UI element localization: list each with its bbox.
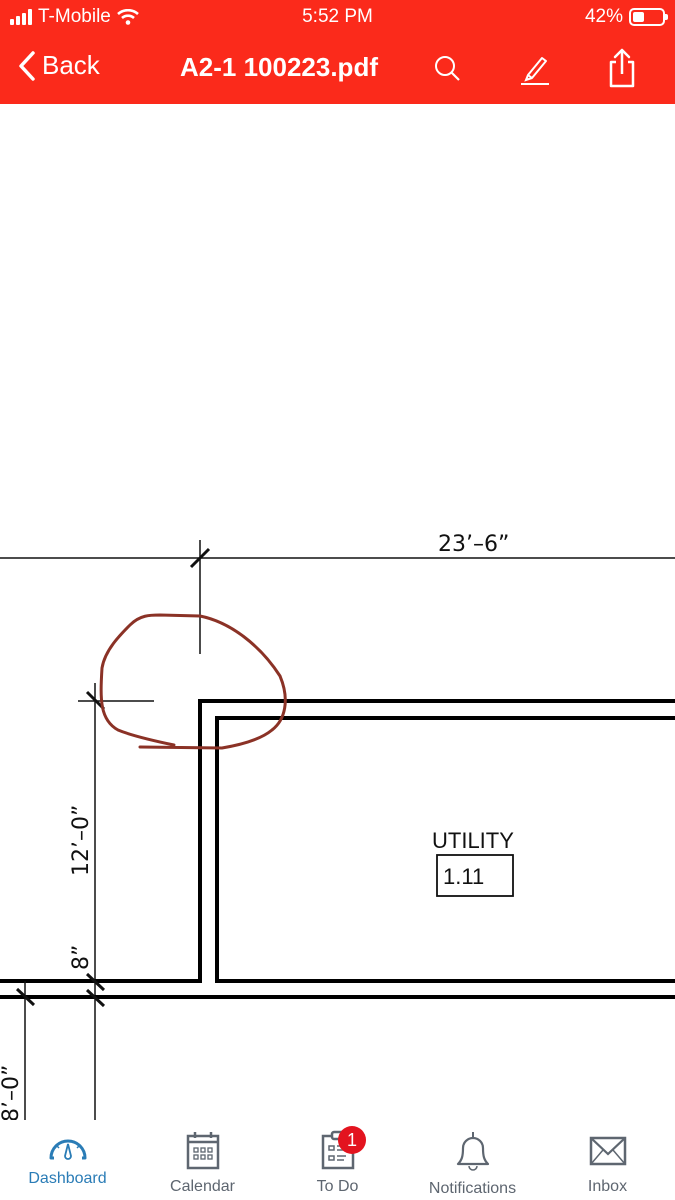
pdf-viewer[interactable]: 23’–6” 12’–0” 8” 8’–0” UTILITY 1.11 [0,104,675,1120]
tab-label: To Do [316,1178,359,1195]
chevron-left-icon [19,50,35,81]
bottom-tab-bar: Dashboard Calendar 1 To Do Notifications… [0,1120,675,1200]
dimension-text-left: 12’–0” [69,805,94,876]
battery-percent: 42% [584,6,623,27]
clock: 5:52 PM [302,6,373,27]
app-header: T-Mobile 5:52 PM 42% Back A2-1 100223.pd… [0,0,675,104]
share-button[interactable] [602,46,642,88]
back-button[interactable]: Back [18,50,100,81]
markup-button[interactable] [515,50,555,90]
room-number: 1.11 [443,864,484,889]
search-button[interactable] [428,50,468,90]
calendar-icon [186,1132,219,1170]
status-bar: T-Mobile 5:52 PM 42% [0,0,675,36]
tab-todo[interactable]: 1 To Do [270,1120,405,1200]
nav-bar: Back A2-1 100223.pdf [0,40,675,100]
tab-label: Calendar [170,1178,235,1195]
tab-label: Inbox [587,1178,628,1195]
markup-pen-icon [521,57,549,85]
mail-icon [589,1136,626,1166]
tab-notifications[interactable]: Notifications [405,1120,540,1200]
dimension-text-bottom-left: 8’–0” [0,1065,24,1120]
wall-outer [0,699,675,983]
dimension-text-wall: 8” [69,945,94,970]
battery-icon [629,8,668,26]
document-title: A2-1 100223.pdf [180,52,378,82]
tab-label: Notifications [428,1180,517,1197]
dashboard-gauge-icon [49,1139,86,1160]
todo-badge: 1 [338,1126,366,1154]
tab-calendar[interactable]: Calendar [135,1120,270,1200]
tab-inbox[interactable]: Inbox [540,1120,675,1200]
back-label: Back [42,50,100,80]
share-icon [609,48,635,88]
room-name: UTILITY [432,828,514,853]
dimension-text-top: 23’–6” [438,532,509,557]
bell-icon [456,1132,489,1171]
search-icon [435,56,460,81]
markup-circle-annotation[interactable] [99,613,287,750]
tab-dashboard[interactable]: Dashboard [0,1120,135,1200]
tab-label: Dashboard [28,1170,107,1187]
floor-plan-drawing: 23’–6” 12’–0” 8” 8’–0” UTILITY 1.11 [0,532,675,1120]
